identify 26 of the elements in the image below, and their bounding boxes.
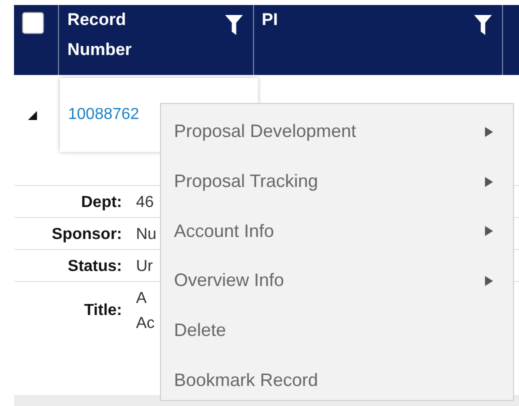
column-header[interactable]: PI (262, 5, 362, 35)
detail-value: 46 (136, 193, 154, 213)
menu-item[interactable]: Proposal Tracking (161, 156, 513, 206)
record-number-link[interactable]: 10088762 (68, 106, 140, 124)
submenu-arrow-icon (485, 226, 493, 236)
filter-icon[interactable] (474, 15, 492, 35)
menu-item[interactable]: Account Info (161, 206, 513, 256)
detail-value: Nu (136, 225, 156, 245)
expand-triangle-icon[interactable] (28, 110, 36, 120)
menu-item[interactable]: Overview Info (161, 256, 513, 306)
detail-label: Title: (83, 301, 122, 321)
detail-value: Ac (136, 314, 155, 334)
detail-label: Sponsor: (50, 224, 122, 244)
menu-item[interactable]: Bookmark Record (161, 355, 513, 406)
select-all-checkbox[interactable] (22, 12, 44, 34)
detail-value: Ur (136, 257, 153, 277)
column-header[interactable]: Record Number (67, 5, 168, 65)
detail-label: Status: (66, 256, 122, 276)
detail-value: A (136, 289, 148, 309)
menu-item[interactable]: Proposal Development (161, 107, 513, 157)
detail-label: Dept: (80, 192, 122, 212)
submenu-arrow-icon (485, 276, 493, 286)
menu-item[interactable]: Delete (161, 306, 513, 356)
filter-icon[interactable] (224, 15, 243, 35)
submenu-arrow-icon (485, 176, 493, 187)
submenu-arrow-icon (485, 126, 493, 137)
